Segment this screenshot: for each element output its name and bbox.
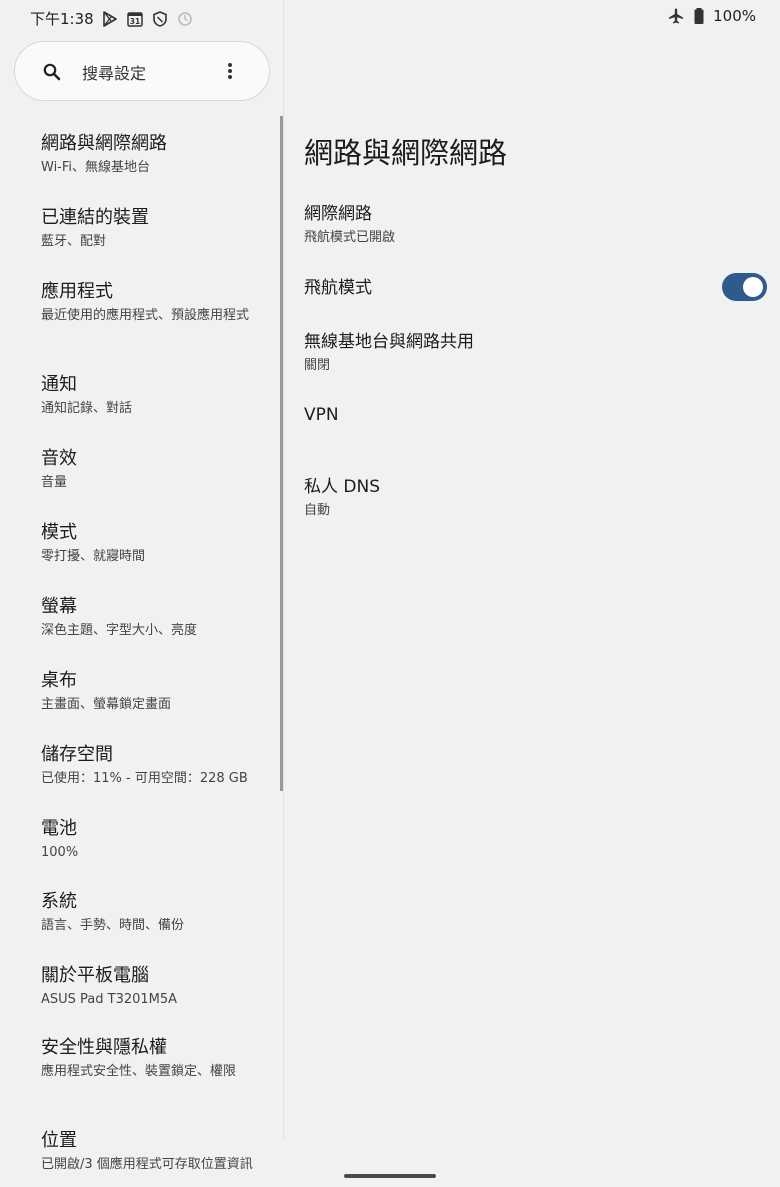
menu-item-notifications[interactable]: 通知 通知記錄、對話 [41, 373, 261, 419]
menu-item-subtitle: 100% [41, 845, 79, 860]
search-bar[interactable]: 搜尋設定 [14, 41, 270, 101]
menu-item-wallpaper[interactable]: 桌布 主畫面、螢幕鎖定畫面 [41, 669, 261, 715]
menu-item-security-privacy[interactable]: 安全性與隱私權 應用程式安全性、裝置鎖定、權限 [41, 1036, 261, 1082]
menu-item-title: 模式 [41, 522, 77, 543]
pref-private-dns[interactable]: 私人 DNS 自動 [304, 475, 744, 521]
settings-screen: 下午1:38 31 100% 搜尋設定 網路與網際網路 Wi-Fi、無線基地台 … [0, 0, 780, 1187]
menu-item-subtitle: 應用程式安全性、裝置鎖定、權限 [41, 1064, 237, 1079]
pref-title: 無線基地台與網路共用 [304, 332, 474, 352]
toggle-knob [743, 277, 763, 297]
airplane-mode-toggle[interactable] [722, 273, 767, 301]
calendar-icon: 31 [126, 10, 144, 28]
menu-item-title: 已連結的裝置 [41, 207, 149, 228]
menu-item-connected-devices[interactable]: 已連結的裝置 藍牙、配對 [41, 206, 261, 252]
menu-item-subtitle: ASUS Pad T3201M5A [41, 992, 178, 1007]
menu-item-subtitle: 藍牙、配對 [41, 234, 107, 249]
menu-item-system[interactable]: 系統 語言、手勢、時間、備份 [41, 890, 261, 936]
menu-item-title: 應用程式 [41, 281, 113, 302]
navigation-handle[interactable] [344, 1174, 436, 1178]
page-title: 網路與網際網路 [304, 136, 508, 170]
menu-item-title: 安全性與隱私權 [41, 1037, 167, 1058]
menu-item-title: 位置 [41, 1130, 77, 1151]
menu-item-title: 音效 [41, 448, 77, 469]
pref-title: VPN [304, 405, 339, 425]
pref-title: 網際網路 [304, 204, 372, 224]
settings-navigation: 搜尋設定 網路與網際網路 Wi-Fi、無線基地台 已連結的裝置 藍牙、配對 應用… [0, 34, 283, 1187]
shield-icon [151, 10, 169, 28]
menu-item-display[interactable]: 螢幕 深色主題、字型大小、亮度 [41, 595, 261, 641]
calendar-day: 31 [129, 17, 139, 26]
menu-item-title: 關於平板電腦 [41, 965, 149, 986]
pref-vpn[interactable]: VPN [304, 403, 744, 427]
menu-item-title: 桌布 [41, 670, 77, 691]
menu-item-subtitle: 已開啟/3 個應用程式可存取位置資訊 [41, 1157, 253, 1172]
menu-item-location[interactable]: 位置 已開啟/3 個應用程式可存取位置資訊 [41, 1129, 261, 1187]
pref-title: 私人 DNS [304, 477, 381, 497]
pref-internet[interactable]: 網際網路 飛航模式已開啟 [304, 202, 744, 248]
search-icon[interactable] [42, 62, 62, 82]
menu-item-title: 通知 [41, 374, 77, 395]
scrollbar[interactable] [280, 116, 283, 791]
menu-item-subtitle: Wi-Fi、無線基地台 [41, 160, 151, 175]
menu-item-subtitle: 深色主題、字型大小、亮度 [41, 623, 198, 638]
pref-subtitle: 自動 [304, 503, 331, 518]
menu-item-title: 螢幕 [41, 596, 77, 617]
menu-item-about-tablet[interactable]: 關於平板電腦 ASUS Pad T3201M5A [41, 964, 261, 1010]
menu-item-subtitle: 主畫面、螢幕鎖定畫面 [41, 697, 172, 712]
menu-item-apps[interactable]: 應用程式 最近使用的應用程式、預設應用程式 [41, 280, 261, 326]
search-input[interactable]: 搜尋設定 [82, 60, 146, 84]
pref-hotspot-tethering[interactable]: 無線基地台與網路共用 關閉 [304, 330, 744, 376]
pref-subtitle: 關閉 [304, 358, 331, 373]
status-bar-left: 下午1:38 31 [30, 8, 194, 29]
menu-item-subtitle: 通知記錄、對話 [41, 401, 133, 416]
sync-icon [176, 10, 194, 28]
menu-item-subtitle: 已使用：11% - 可用空間：228 GB [41, 771, 248, 786]
menu-item-subtitle: 最近使用的應用程式、預設應用程式 [41, 308, 250, 323]
menu-item-sound[interactable]: 音效 音量 [41, 447, 261, 493]
menu-item-storage[interactable]: 儲存空間 已使用：11% - 可用空間：228 GB [41, 743, 261, 789]
pref-title: 飛航模式 [304, 278, 372, 298]
menu-item-title: 網路與網際網路 [41, 133, 167, 154]
menu-item-modes[interactable]: 模式 零打擾、就寢時間 [41, 521, 261, 567]
menu-item-battery[interactable]: 電池 100% [41, 817, 261, 863]
menu-item-title: 儲存空間 [41, 744, 113, 765]
pref-subtitle: 飛航模式已開啟 [304, 230, 396, 245]
status-time: 下午1:38 [30, 10, 94, 28]
menu-item-title: 系統 [41, 891, 77, 912]
play-store-icon [101, 10, 119, 28]
menu-item-subtitle: 音量 [41, 475, 68, 490]
menu-item-title: 電池 [41, 818, 77, 839]
detail-pane: 網路與網際網路 網際網路 飛航模式已開啟 飛航模式 無線基地台與網路共用 關閉 … [284, 0, 780, 1187]
menu-item-subtitle: 零打擾、就寢時間 [41, 549, 146, 564]
more-options-icon[interactable] [220, 59, 240, 83]
pref-airplane-mode[interactable]: 飛航模式 [304, 276, 744, 300]
menu-item-subtitle: 語言、手勢、時間、備份 [41, 918, 185, 933]
menu-item-network[interactable]: 網路與網際網路 Wi-Fi、無線基地台 [41, 132, 261, 178]
